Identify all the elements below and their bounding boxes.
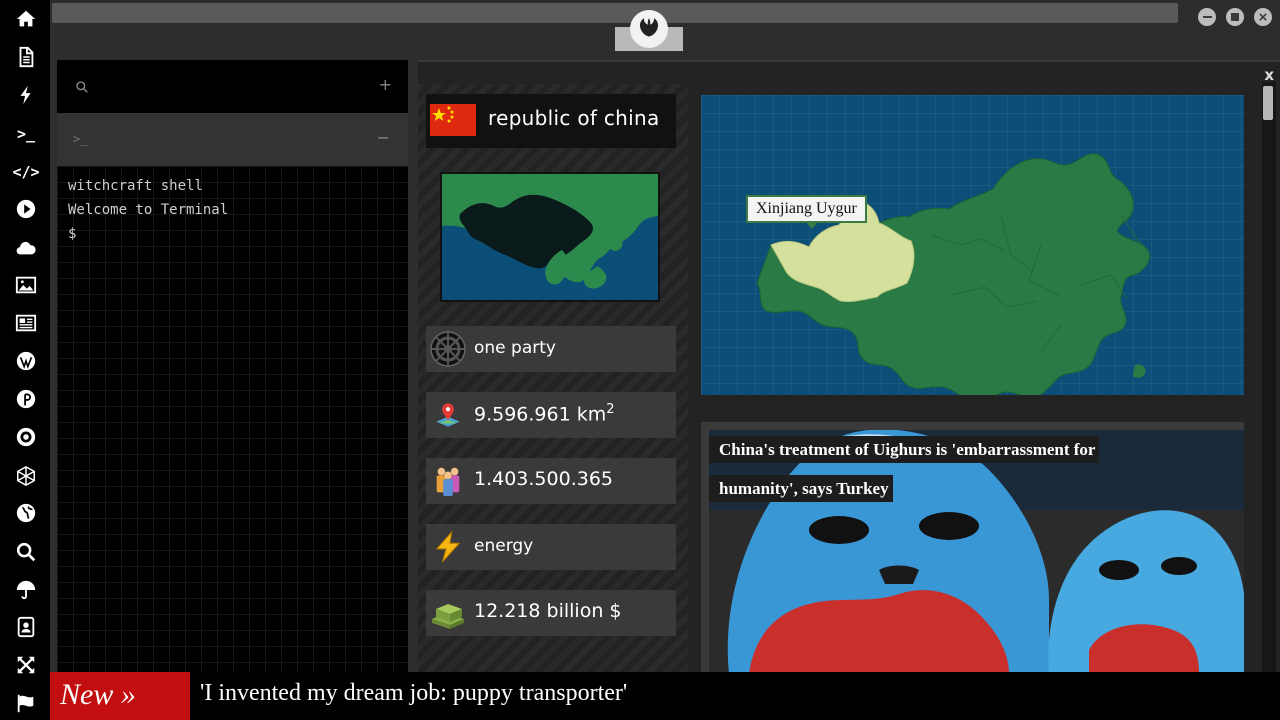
scrollbar-thumb[interactable] <box>1263 86 1273 120</box>
population-row: 1.403.500.365 <box>426 458 676 504</box>
code-icon[interactable]: </> <box>12 159 40 185</box>
new-badge: New » <box>50 672 190 720</box>
terminal-tab[interactable]: >_ − <box>57 113 408 166</box>
empire-icon[interactable] <box>13 424 39 450</box>
news-headline[interactable]: China's treatment of Uighurs is 'embarra… <box>709 430 1133 508</box>
globe-icon[interactable] <box>13 500 39 526</box>
resource-value: energy <box>474 536 534 556</box>
rebel-alliance-logo-icon[interactable] <box>630 10 668 48</box>
news-headline-text: China's treatment of Uighurs is 'embarra… <box>709 436 1100 502</box>
window-titlebar <box>50 0 1280 54</box>
resource-row: energy <box>426 524 676 570</box>
location-minimap[interactable] <box>440 172 660 302</box>
news-photo: China's treatment of Uighurs is 'embarra… <box>709 430 1244 674</box>
news-ticker[interactable]: New » 'I invented my dream job: puppy tr… <box>50 672 1280 720</box>
app-sidebar: >_ </> <box>0 0 50 720</box>
region-tooltip: Xinjiang Uygur <box>746 195 867 229</box>
terminal-icon[interactable]: >_ <box>13 121 39 147</box>
code-glyph: </> <box>12 163 40 181</box>
collapse-terminal-button[interactable]: − <box>377 128 390 147</box>
area-number: 9.596.961 km <box>474 403 607 426</box>
ticker-headline[interactable]: 'I invented my dream job: puppy transpor… <box>200 680 627 707</box>
terminal-line: Welcome to Terminal <box>68 202 229 218</box>
home-icon[interactable] <box>13 6 39 32</box>
cloud-icon[interactable] <box>13 235 39 261</box>
desktop: >_ </> + >_ − witchcraft shell Welcome t… <box>0 0 1280 720</box>
terminal-glyph: >_ <box>16 125 36 143</box>
gdp-row: 12.218 billion $ <box>426 590 676 636</box>
money-stack-icon <box>430 595 466 631</box>
umbrella-icon[interactable] <box>13 577 39 603</box>
add-terminal-button[interactable]: + <box>379 75 392 94</box>
terminal-output[interactable]: witchcraft shell Welcome to Terminal $ <box>57 166 408 672</box>
panel-scrollbar[interactable] <box>1262 82 1276 674</box>
news-card[interactable]: China's treatment of Uighurs is 'embarra… <box>701 422 1244 674</box>
government-type: one party <box>474 338 556 358</box>
country-panel: x republic of china one party 9.596.961 … <box>418 60 1280 674</box>
area-row: 9.596.961 km2 <box>426 392 676 438</box>
government-row: one party <box>426 326 676 372</box>
maximize-button[interactable] <box>1226 8 1244 26</box>
globe-mesh-icon[interactable] <box>13 463 39 489</box>
wordpress-icon[interactable] <box>13 348 39 374</box>
population-value: 1.403.500.365 <box>474 468 614 490</box>
newspaper-icon[interactable] <box>13 310 39 336</box>
map-pin-icon <box>430 397 466 433</box>
empire-emblem-icon <box>430 331 466 367</box>
country-name: republic of china <box>488 106 660 130</box>
china-flag-icon <box>430 104 476 136</box>
prompt-icon: >_ <box>73 132 88 146</box>
play-icon[interactable] <box>13 196 39 222</box>
area-value: 9.596.961 km2 <box>474 402 615 425</box>
terminal-line: witchcraft shell <box>68 178 203 194</box>
people-icon <box>430 463 466 499</box>
search-icon[interactable] <box>13 539 39 565</box>
terminal-search-bar[interactable]: + <box>57 60 408 113</box>
expand-icon[interactable] <box>13 652 39 678</box>
contact-card-icon[interactable] <box>13 614 39 640</box>
minimize-button[interactable] <box>1198 8 1216 26</box>
pinterest-icon[interactable] <box>13 386 39 412</box>
terminal-panel: + >_ − witchcraft shell Welcome to Termi… <box>57 60 408 672</box>
search-icon <box>76 81 88 93</box>
document-icon[interactable] <box>13 44 39 70</box>
image-icon[interactable] <box>13 272 39 298</box>
bolt-icon[interactable] <box>13 82 39 108</box>
country-map[interactable]: Xinjiang Uygur <box>701 95 1244 395</box>
energy-bolt-icon <box>430 529 466 565</box>
flag-icon[interactable] <box>13 690 39 716</box>
terminal-prompt: $ <box>68 226 77 242</box>
close-window-button[interactable] <box>1254 8 1272 26</box>
address-bar[interactable] <box>52 3 1178 23</box>
country-header: republic of china <box>426 94 676 148</box>
gdp-value: 12.218 billion $ <box>474 600 622 622</box>
area-unit-exponent: 2 <box>606 402 615 417</box>
